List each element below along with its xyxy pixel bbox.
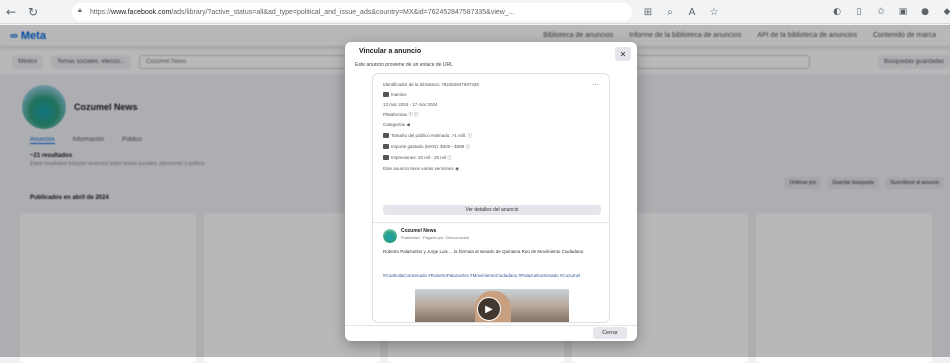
- platforms: Plataformas ⓕ ◎: [383, 112, 419, 118]
- extension-icon[interactable]: ◐: [830, 3, 844, 21]
- read-aloud-icon[interactable]: A: [684, 3, 700, 21]
- ad-link-dialog: Vincular a anuncio ✕ Este anuncio provie…: [345, 42, 637, 341]
- avatar[interactable]: [383, 229, 397, 243]
- status-icon: [383, 92, 389, 98]
- impressions: Impresiones: 20 mil - 25 mil ⓘ: [383, 155, 452, 161]
- ad-body-text: Roberto Palazuelos y Jorge Luis ... la f…: [383, 249, 584, 254]
- close-icon[interactable]: ✕: [615, 47, 631, 61]
- reload-icon[interactable]: ↻: [22, 3, 44, 21]
- play-icon[interactable]: ▶: [477, 297, 501, 321]
- impressions-text: Impresiones: 20 mil - 25 mil: [391, 155, 447, 160]
- versions-note: Este anuncio tiene varias versiones ◉: [383, 166, 459, 172]
- back-icon[interactable]: ←: [0, 3, 22, 21]
- status-text: Inactivo: [391, 92, 407, 97]
- facebook-icon: ⓕ: [408, 112, 413, 117]
- close-button[interactable]: Cerrar: [593, 327, 627, 339]
- grid-icon[interactable]: ⊞: [640, 3, 656, 21]
- amount-spent: Importe gastado (MXN): $300 - $399 ⓘ: [383, 144, 470, 150]
- divider: [373, 222, 609, 223]
- info-icon[interactable]: ⓘ: [466, 144, 471, 149]
- advertiser-meta: Publicidad · Pagado por: Desconocido: [401, 235, 470, 240]
- dialog-title: Vincular a anuncio: [359, 48, 422, 55]
- profile-icon[interactable]: ●: [918, 3, 932, 21]
- browser-toolbar: ← ↻ 🔒︎ https://www.facebook.com/ads/libr…: [0, 0, 950, 24]
- money-icon: [383, 144, 389, 150]
- favorites-icon[interactable]: ✩: [874, 3, 888, 21]
- more-options-icon[interactable]: …: [592, 80, 599, 87]
- megaphone-icon: ◀: [406, 122, 410, 127]
- eye-icon: [383, 155, 389, 161]
- url-domain: www.facebook.com: [111, 8, 172, 16]
- platforms-label: Plataformas: [383, 112, 408, 117]
- dialog-subtitle: Este anuncio proviene de un enlace de UR…: [355, 62, 453, 68]
- collections-icon[interactable]: ▣: [896, 3, 910, 21]
- address-bar[interactable]: 🔒︎ https://www.facebook.com/ads/library/…: [72, 3, 632, 21]
- ad-detail-card: Identificador de la biblioteca: 76245284…: [372, 73, 610, 323]
- library-id: Identificador de la biblioteca: 76245284…: [383, 82, 479, 87]
- versions-text: Este anuncio tiene varias versiones: [383, 166, 454, 171]
- lock-icon: 🔒︎: [78, 7, 82, 14]
- split-screen-icon[interactable]: ▯: [852, 3, 866, 21]
- versions-icon: ◉: [455, 166, 459, 171]
- ad-hashtags: #CoahuilaConSenado #RobertoPalazuelos #M…: [383, 273, 581, 278]
- audience-size: Tamaño del público estimado: >1 mill. ⓘ: [383, 133, 472, 139]
- audience-text: Tamaño del público estimado: >1 mill.: [391, 133, 467, 138]
- divider: [345, 325, 637, 326]
- spend-text: Importe gastado (MXN): $300 - $399: [391, 144, 465, 149]
- categories: Categorías ◀: [383, 122, 410, 128]
- url-path: /ads/library/?active_status=all&ad_type=…: [171, 8, 515, 16]
- instagram-icon: ◎: [414, 112, 419, 117]
- people-icon: [383, 133, 389, 139]
- ad-video[interactable]: ▶: [415, 289, 569, 322]
- categories-label: Categorías: [383, 122, 406, 127]
- run-dates: 13 mar 2024 - 17 mar 2024: [383, 102, 438, 107]
- favorite-icon[interactable]: ☆: [706, 3, 722, 21]
- view-ad-details-button[interactable]: Ver detalles del anuncio: [383, 205, 601, 215]
- copilot-icon[interactable]: ◆: [940, 3, 950, 21]
- info-icon[interactable]: ⓘ: [467, 133, 472, 138]
- status-badge: Inactivo: [383, 92, 407, 98]
- info-icon[interactable]: ⓘ: [447, 155, 452, 160]
- advertiser-name[interactable]: Cozumel News: [401, 228, 436, 234]
- zoom-icon[interactable]: ⌕: [662, 3, 678, 21]
- url-prefix: https://: [90, 8, 112, 16]
